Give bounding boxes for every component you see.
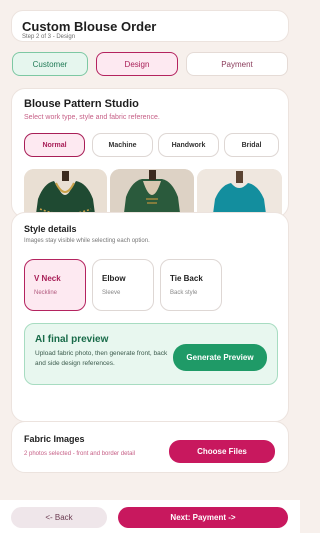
fabric-images-card: Fabric Images 2 photos selected - front … <box>11 421 289 473</box>
page-title: Custom Blouse Order <box>22 19 157 34</box>
work-type-machine[interactable]: Machine <box>92 133 153 157</box>
option-name: Tie Back <box>170 274 203 283</box>
work-type-handwork[interactable]: Handwork <box>158 133 219 157</box>
blouse-reference-image[interactable] <box>24 169 107 217</box>
footer-bar: <- Back Next: Payment -> <box>0 500 300 533</box>
ai-preview-text: Upload fabric photo, then generate front… <box>35 350 168 367</box>
option-detail: Neckline <box>34 290 58 296</box>
studio-title: Blouse Pattern Studio <box>24 98 139 110</box>
choose-files-button[interactable]: Choose Files <box>169 440 275 463</box>
option-detail: Back style <box>170 290 198 296</box>
style-option-sleeve[interactable]: Elbow Sleeve <box>92 259 154 311</box>
generate-preview-button[interactable]: Generate Preview <box>173 344 267 371</box>
tab-payment[interactable]: Payment <box>186 52 288 76</box>
work-type-bridal[interactable]: Bridal <box>224 133 279 157</box>
back-button[interactable]: <- Back <box>11 507 107 528</box>
option-detail: Sleeve <box>102 290 121 296</box>
blouse-reference-image[interactable] <box>110 169 194 217</box>
style-option-neckline[interactable]: V Neck Neckline <box>24 259 86 311</box>
header-card: Custom Blouse Order Step 2 of 3 - Design <box>11 10 289 42</box>
style-option-back[interactable]: Tie Back Back style <box>160 259 222 311</box>
next-payment-button[interactable]: Next: Payment -> <box>118 507 288 528</box>
option-name: V Neck <box>34 274 61 283</box>
work-type-normal[interactable]: Normal <box>24 133 85 157</box>
ai-preview-title: AI final preview <box>35 334 109 345</box>
ai-preview-panel: AI final preview Upload fabric photo, th… <box>24 323 278 385</box>
pattern-studio-card: Blouse Pattern Studio Select work type, … <box>11 88 289 218</box>
fabric-images-title: Fabric Images <box>24 434 85 444</box>
tab-design[interactable]: Design <box>96 52 178 76</box>
style-details-title: Style details <box>24 224 77 234</box>
tab-customer[interactable]: Customer <box>12 52 88 76</box>
style-details-card: Style details Images stay visible while … <box>11 212 289 422</box>
fabric-images-status: 2 photos selected - front and border det… <box>24 451 136 457</box>
blouse-reference-image[interactable] <box>197 169 282 217</box>
studio-subtitle: Select work type, style and fabric refer… <box>24 114 160 121</box>
option-name: Elbow <box>102 274 126 283</box>
step-indicator: Step 2 of 3 - Design <box>22 34 76 40</box>
style-details-subtitle: Images stay visible while selecting each… <box>24 238 150 244</box>
